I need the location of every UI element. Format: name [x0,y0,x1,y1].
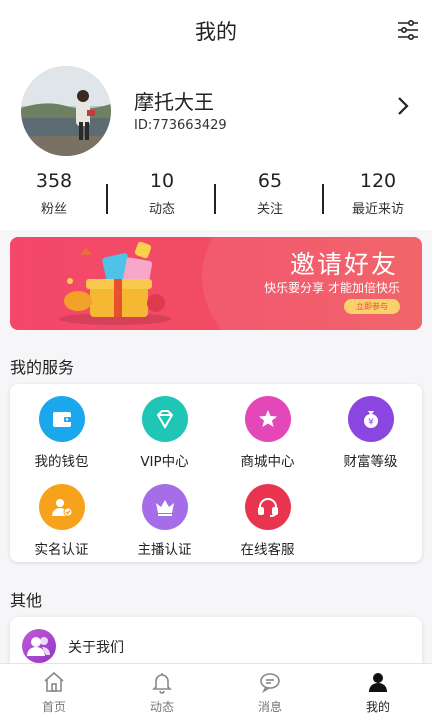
bottom-tab-bar: 首页 动态 消息 我的 [0,663,432,720]
stat-following[interactable]: 65 关注 [216,170,324,218]
headset-icon [244,484,291,530]
star-icon [244,396,291,442]
tab-moments[interactable]: 动态 [108,664,216,720]
diamond-icon [141,396,188,442]
header-bar: 我的 [0,0,432,60]
service-label: 主播认证 [137,542,192,558]
group-icon [22,629,56,663]
verified-user-icon [38,484,85,530]
service-wallet[interactable]: 我的钱包 [10,396,113,470]
service-label: 商城中心 [240,454,295,470]
tab-home[interactable]: 首页 [0,664,108,720]
service-wealth-level[interactable]: ¥ 财富等级 [319,396,422,470]
service-label: VIP中心 [140,454,189,470]
home-icon [44,671,64,692]
username: 摩托大王 [134,90,214,114]
avatar[interactable] [21,66,111,156]
tab-label: 我的 [365,700,390,714]
user-id: ID:773663429 [134,118,227,133]
page-title: 我的 [195,20,237,44]
service-anchor[interactable]: 主播认证 [113,484,216,558]
service-mall[interactable]: 商城中心 [216,396,319,470]
tab-mine[interactable]: 我的 [324,664,432,720]
stat-posts[interactable]: 10 动态 [108,170,216,218]
service-label: 我的钱包 [34,454,89,470]
person-icon [369,673,387,692]
service-real-name[interactable]: 实名认证 [10,484,113,558]
stat-label: 关注 [256,202,283,217]
service-label: 在线客服 [240,542,295,558]
service-support[interactable]: 在线客服 [216,484,319,558]
join-now-button[interactable]: 立即参与 [344,299,400,314]
tab-messages[interactable]: 消息 [216,664,324,720]
gift-box-icon [59,241,171,325]
chat-icon [260,673,280,694]
stat-label: 最近来访 [351,202,404,217]
other-section-title: 其他 [10,591,43,610]
svg-text:¥: ¥ [368,418,374,428]
money-bag-icon: ¥ [347,396,394,442]
profile-section: 摩托大王 ID:773663429 358 粉丝 10 动态 65 关注 120… [0,60,432,230]
settings-sliders-icon[interactable] [396,18,420,42]
stat-value: 358 [35,170,73,192]
service-label: 实名认证 [34,542,89,558]
tab-label: 动态 [149,700,174,714]
stat-label: 粉丝 [40,202,67,217]
banner-title: 邀请好友 [289,250,398,279]
stat-value: 120 [359,170,397,192]
invite-friends-banner[interactable]: 邀请好友 快乐要分享 才能加倍快乐 立即参与 [10,237,422,330]
tab-label: 首页 [41,700,66,714]
stat-label: 动态 [148,202,175,217]
tab-label: 消息 [257,700,282,714]
bell-icon [152,673,172,694]
about-us-label: 关于我们 [68,640,124,656]
service-label: 财富等级 [343,454,398,470]
crown-icon [141,484,188,530]
chevron-right-icon[interactable] [396,96,410,116]
service-vip[interactable]: VIP中心 [113,396,216,470]
stat-value: 65 [257,170,283,192]
services-card: 我的钱包 VIP中心 商城中心 ¥ 财富等级 实名认证 主播认证 在线客服 [10,384,422,562]
services-section-title: 我的服务 [10,358,75,377]
stat-fans[interactable]: 358 粉丝 [0,170,108,218]
stat-value: 10 [149,170,175,192]
wallet-icon [38,396,85,442]
stat-visitors[interactable]: 120 最近来访 [324,170,432,218]
banner-subtitle: 快乐要分享 才能加倍快乐 [264,281,400,295]
stats-row: 358 粉丝 10 动态 65 关注 120 最近来访 [0,170,432,218]
